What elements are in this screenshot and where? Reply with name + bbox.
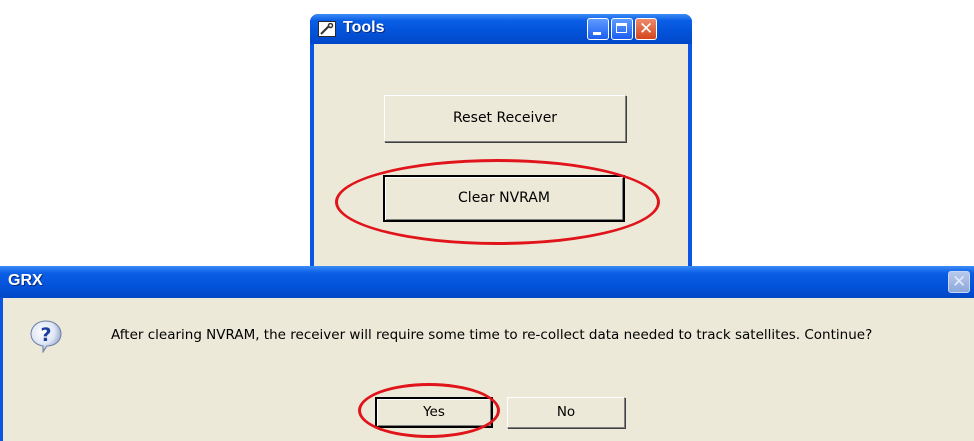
- no-button[interactable]: No: [507, 397, 625, 428]
- close-icon: ✕: [639, 19, 654, 39]
- svg-text:?: ?: [40, 324, 51, 346]
- grx-dialog-title: GRX: [8, 272, 43, 289]
- close-icon: ✕: [952, 272, 967, 292]
- grx-dialog: GRX ✕ ? After clearing NVRAM, the receiv…: [0, 266, 974, 441]
- yes-button[interactable]: Yes: [375, 397, 493, 428]
- maximize-button[interactable]: [611, 18, 633, 40]
- grx-dialog-body: ? After clearing NVRAM, the receiver wil…: [3, 298, 974, 441]
- close-button[interactable]: ✕: [635, 18, 657, 40]
- dialog-message: After clearing NVRAM, the receiver will …: [111, 327, 873, 343]
- tools-window-title: Tools: [343, 19, 385, 36]
- reset-receiver-button[interactable]: Reset Receiver: [384, 95, 626, 142]
- tools-title-bar[interactable]: Tools ✕: [310, 14, 692, 44]
- tools-window: Tools ✕ Reset Receiver Clear NVRAM: [310, 14, 692, 270]
- minimize-button[interactable]: [587, 18, 609, 40]
- minimize-icon: [593, 32, 601, 35]
- wrench-tool-icon: [318, 21, 336, 37]
- grx-close-button[interactable]: ✕: [948, 271, 970, 293]
- maximize-icon: [616, 23, 627, 33]
- tools-window-body: Reset Receiver Clear NVRAM: [314, 44, 688, 270]
- question-icon: ?: [30, 320, 62, 353]
- grx-title-bar[interactable]: GRX ✕: [0, 266, 974, 298]
- clear-nvram-button[interactable]: Clear NVRAM: [383, 175, 625, 222]
